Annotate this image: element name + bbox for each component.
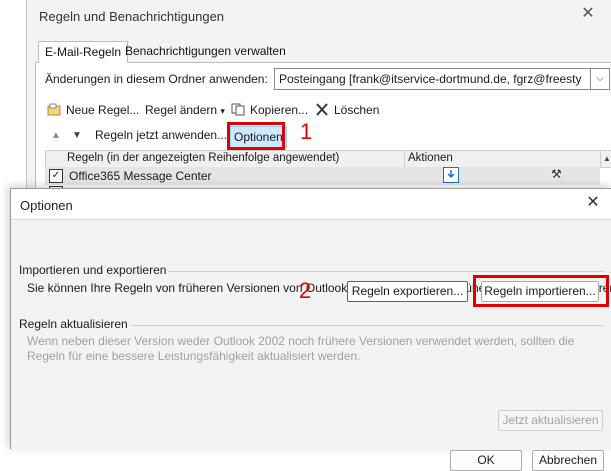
chevron-down-icon[interactable]: ⌵ — [590, 68, 610, 90]
close-icon[interactable]: ✕ — [580, 6, 596, 22]
step-number-1: 1 — [300, 119, 313, 144]
rules-and-alerts-window: Regeln und Benachrichtigungen ✕ E-Mail-R… — [26, 0, 611, 191]
caret-down-icon: ▾ — [220, 106, 225, 116]
delete-x-icon — [315, 103, 330, 116]
copy-icon — [231, 103, 246, 116]
dialog-title: Optionen — [20, 198, 73, 213]
column-divider — [404, 150, 405, 167]
new-rule-button[interactable]: Neue Regel... — [47, 101, 139, 119]
apply-rules-now-button[interactable]: Regeln jetzt anwenden... — [95, 128, 227, 142]
group-title-update-rules: Regeln aktualisieren — [19, 317, 128, 331]
group-divider — [131, 325, 604, 326]
highlight-box-options — [227, 122, 285, 150]
rule-name: Office365 Message Center — [69, 169, 212, 183]
update-rules-description: Wenn neben dieser Version weder Outlook … — [27, 334, 575, 363]
change-rule-label: Regel ändern — [145, 103, 218, 117]
delete-button[interactable]: Löschen — [315, 101, 379, 119]
export-rules-button[interactable]: Regeln exportieren... — [347, 281, 468, 302]
copy-label: Kopieren... — [250, 103, 309, 117]
column-header-actions[interactable]: Aktionen — [408, 152, 453, 164]
close-icon[interactable]: ✕ — [585, 195, 601, 211]
folder-label: Änderungen in diesem Ordner anwenden: — [45, 72, 268, 86]
change-rule-button[interactable]: Regel ändern ▾ — [145, 101, 225, 119]
copy-button[interactable]: Kopieren... — [231, 101, 308, 119]
step-number-2: 2 — [299, 278, 312, 303]
move-to-folder-icon — [443, 167, 459, 183]
new-rule-icon — [47, 103, 62, 116]
tab-email-rules[interactable]: E-Mail-Regeln — [38, 41, 129, 63]
delete-label: Löschen — [334, 103, 380, 117]
column-header-rules[interactable]: Regeln (in der angezeigten Reihenfolge a… — [67, 152, 339, 164]
new-rule-label: Neue Regel... — [66, 103, 140, 117]
ok-button[interactable]: OK — [450, 450, 522, 471]
scroll-up-icon[interactable]: ▲ — [600, 150, 611, 168]
window-title: Regeln und Benachrichtigungen — [39, 9, 225, 24]
move-up-icon[interactable]: ▲ — [51, 130, 61, 141]
highlight-box-import — [473, 275, 609, 307]
update-now-button: Jetzt aktualisieren — [498, 410, 603, 431]
folder-select[interactable]: Posteingang [frank@itservice-dortmund.de… — [274, 68, 592, 90]
tools-icon: ⚒ — [551, 167, 562, 181]
move-down-icon[interactable]: ▼ — [72, 130, 82, 141]
cancel-button[interactable]: Abbrechen — [532, 450, 604, 471]
options-dialog: Optionen ✕ Importieren und exportieren S… — [10, 188, 611, 471]
tab-manage-alerts[interactable]: Benachrichtigungen verwalten — [119, 41, 292, 61]
group-divider — [168, 271, 604, 272]
group-title-import-export: Importieren und exportieren — [19, 263, 167, 277]
dialog-body: Importieren und exportieren Sie können I… — [11, 219, 611, 471]
rule-checkbox[interactable]: ✓ — [49, 169, 63, 183]
